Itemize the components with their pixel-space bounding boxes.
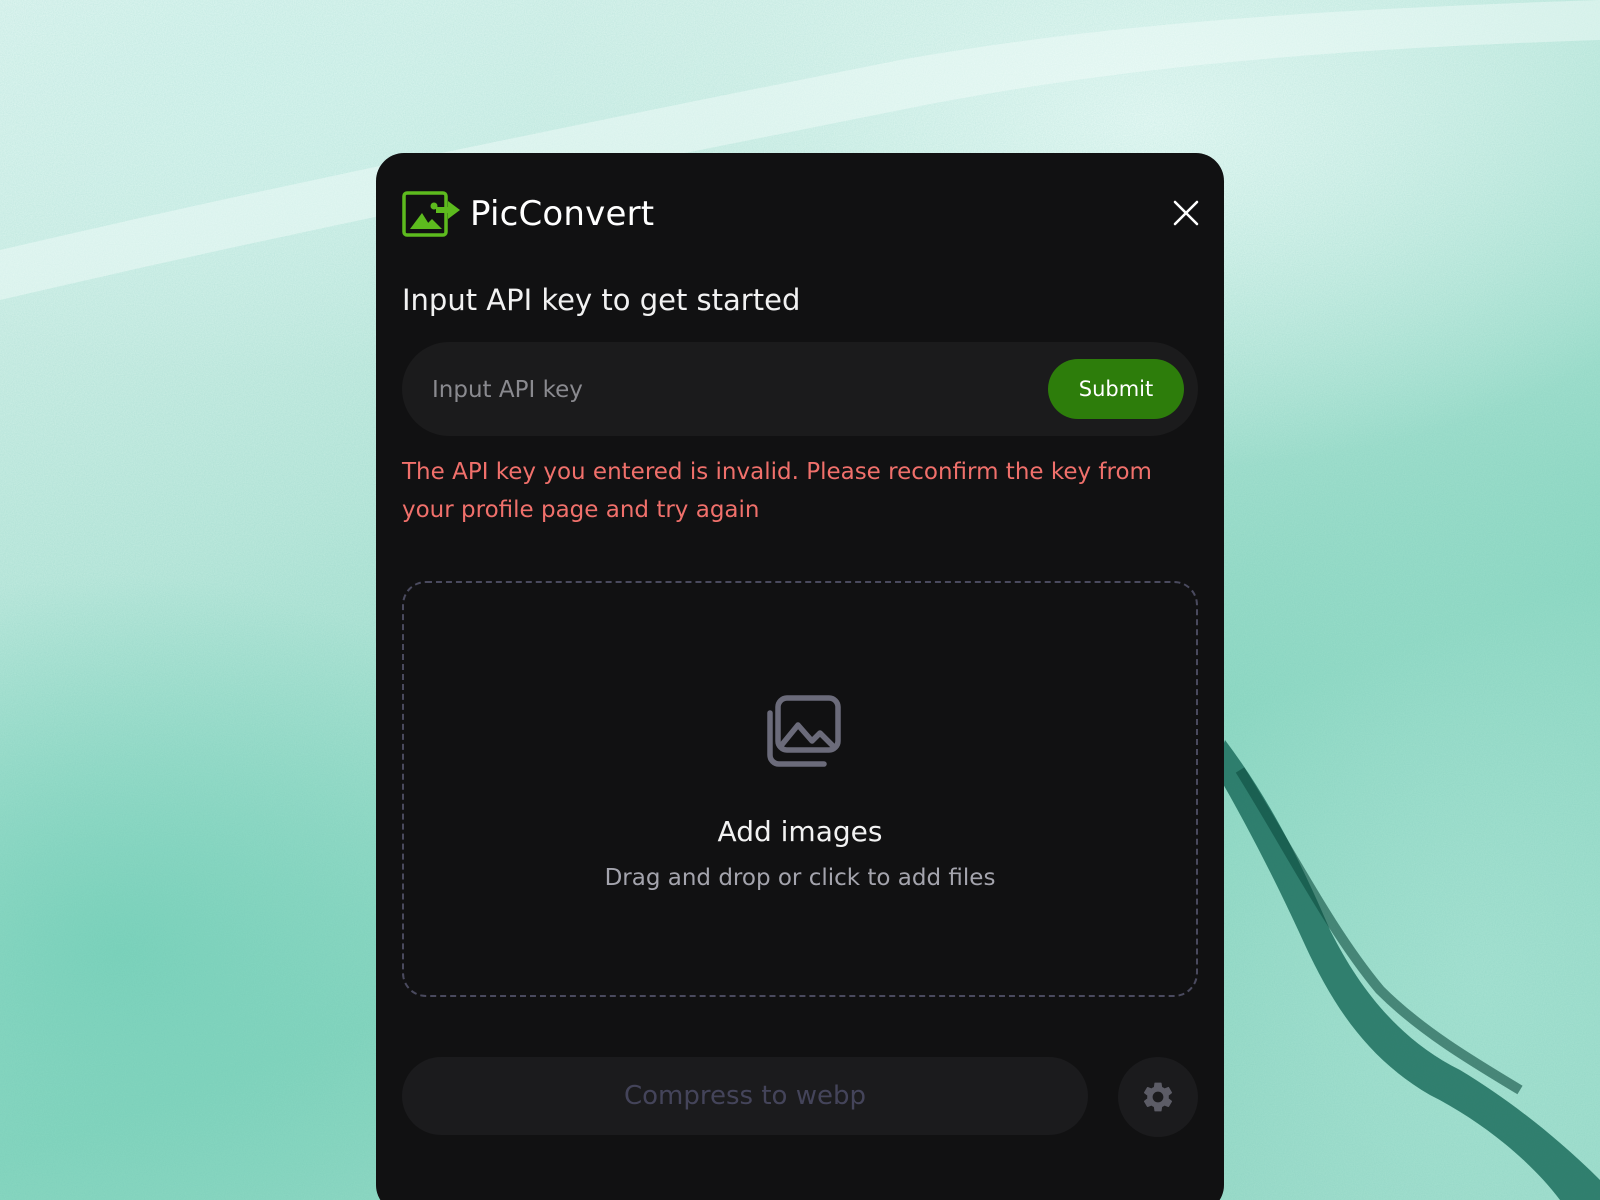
compress-button[interactable]: Compress to webp	[402, 1057, 1088, 1135]
image-convert-icon	[402, 191, 460, 237]
api-key-form: Submit	[402, 342, 1198, 436]
app-header: PicConvert	[402, 191, 654, 237]
picconvert-panel: PicConvert Input API key to get started …	[376, 153, 1224, 1200]
submit-button[interactable]: Submit	[1048, 359, 1184, 419]
images-icon	[767, 695, 841, 767]
dropzone-title: Add images	[717, 815, 883, 848]
settings-button[interactable]	[1118, 1057, 1198, 1137]
close-button[interactable]	[1168, 195, 1204, 231]
api-key-error-message: The API key you entered is invalid. Plea…	[402, 459, 1152, 523]
dropzone-subtitle: Drag and drop or click to add files	[604, 865, 996, 891]
api-key-input[interactable]	[430, 364, 1024, 416]
app-title: PicConvert	[470, 194, 655, 234]
close-icon	[1173, 200, 1199, 226]
api-key-prompt: Input API key to get started	[402, 283, 801, 317]
gear-icon	[1143, 1082, 1173, 1112]
image-dropzone[interactable]: Add images Drag and drop or click to add…	[402, 581, 1198, 997]
